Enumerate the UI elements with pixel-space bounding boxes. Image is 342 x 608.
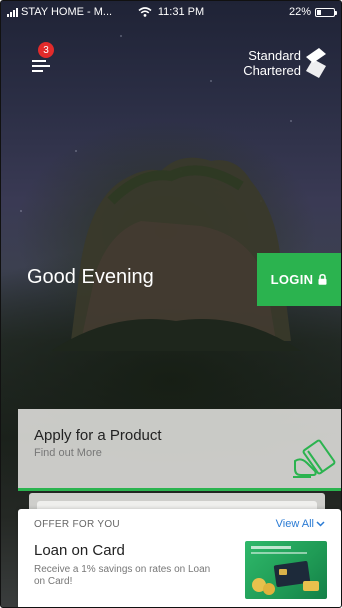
brand-logo: Standard Chartered <box>243 47 327 79</box>
standard-chartered-logo-icon <box>306 48 326 78</box>
greeting-text: Good Evening <box>27 266 154 288</box>
offer-description: Receive a 1% savings on rates on Loan on… <box>34 564 211 587</box>
battery-icon <box>315 7 337 17</box>
view-all-link[interactable]: View All <box>276 518 325 530</box>
brand-line-2: Chartered <box>243 63 301 78</box>
product-card-title: Apply for a Product <box>34 427 162 444</box>
signal-icon <box>7 7 18 17</box>
brand-name: Standard Chartered <box>243 48 301 78</box>
lock-icon <box>318 274 327 285</box>
brand-line-1: Standard <box>248 48 301 63</box>
product-card-subtitle: Find out More <box>34 447 102 459</box>
night-sky-background <box>1 1 341 274</box>
battery-level <box>317 9 321 15</box>
wifi-icon <box>138 7 152 17</box>
apply-product-card[interactable]: Apply for a Product Find out More <box>18 409 341 491</box>
status-right: 22% <box>288 6 337 18</box>
chevron-down-icon <box>316 521 325 527</box>
battery-percent: 22% <box>288 6 311 18</box>
notification-badge: 3 <box>38 42 54 58</box>
credit-card-promo-image <box>251 546 319 595</box>
menu-icon <box>32 60 50 72</box>
card-hand-icon <box>293 439 336 478</box>
carrier-name: STAY HOME - M... <box>21 6 113 18</box>
offer-card[interactable]: OFFER FOR YOU View All Loan on Card Rece… <box>18 509 341 607</box>
login-label: LOGIN <box>270 272 314 287</box>
status-left: STAY HOME - M... <box>7 6 112 18</box>
offer-card-header: OFFER FOR YOU View All <box>34 518 325 530</box>
login-button[interactable]: LOGIN <box>257 253 341 306</box>
app-screen: STAY HOME - M... 11:31 PM 22% 3 Standard… <box>0 0 342 608</box>
status-bar: STAY HOME - M... 11:31 PM 22% <box>1 1 341 23</box>
view-all-label: View All <box>275 518 314 530</box>
offer-card-image <box>245 541 327 599</box>
status-time: 11:31 PM <box>157 6 205 18</box>
offer-label: OFFER FOR YOU <box>34 518 120 530</box>
rock-fortress-background <box>51 157 301 351</box>
